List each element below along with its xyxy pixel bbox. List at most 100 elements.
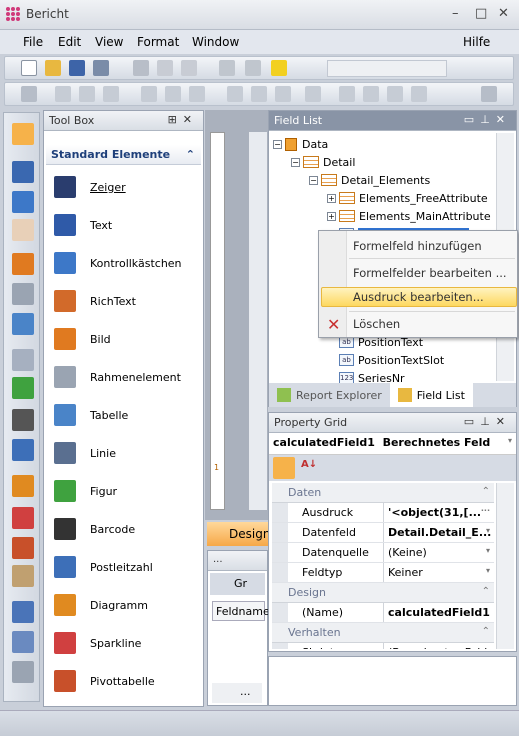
design-tab[interactable]: Design	[207, 522, 270, 546]
align-top-icon[interactable]	[141, 86, 157, 102]
table-tool-icon[interactable]	[12, 313, 34, 335]
menu-delete[interactable]: Löschen	[353, 317, 400, 331]
category-verhalten[interactable]: Verhalten ⌃	[272, 623, 494, 643]
open-icon[interactable]	[45, 60, 61, 76]
maximize-button[interactable]: □	[475, 6, 487, 21]
sort-az-icon[interactable]: A↓	[301, 459, 317, 470]
menu-add-formula-field[interactable]: Formelfeld hinzufügen	[353, 239, 482, 253]
property-button[interactable]: ▾	[486, 526, 490, 535]
panel-buttons[interactable]: ▭⊥✕	[464, 113, 511, 126]
object-selector[interactable]: calculatedField1 Berechnetes Feld ▾	[269, 433, 516, 455]
tree-node[interactable]: − Data	[273, 135, 491, 153]
align-center-icon[interactable]	[79, 86, 95, 102]
toolbox-group-header[interactable]: Standard Elemente ⌃	[46, 145, 201, 165]
font-combo[interactable]	[327, 60, 447, 77]
toolbox-item[interactable]: Bild	[54, 327, 111, 351]
pivot-tool-icon[interactable]	[12, 537, 34, 559]
sparkline-tool-icon[interactable]	[12, 507, 34, 529]
menu-format[interactable]: Format	[137, 35, 179, 49]
paste-icon[interactable]	[181, 60, 197, 76]
frame-tool-icon[interactable]	[12, 283, 34, 305]
property-row[interactable]: Ausdruck '<object(31,[... ···	[272, 503, 494, 523]
align-middle-icon[interactable]	[165, 86, 181, 102]
toolbox-item[interactable]: Rahmenelement	[54, 365, 181, 389]
expand-toggle[interactable]: +	[327, 193, 336, 203]
align-grid-icon[interactable]	[21, 86, 37, 102]
line-tool-icon[interactable]	[12, 349, 34, 371]
menu-window[interactable]: Window	[192, 35, 239, 49]
toolbox-item[interactable]: Kontrollkästchen	[54, 251, 182, 275]
send-back-icon[interactable]	[411, 86, 427, 102]
subreport-tool-icon[interactable]	[12, 601, 34, 623]
close-button[interactable]: ✕	[498, 6, 509, 21]
property-button[interactable]: ▾	[486, 546, 490, 555]
picture-tool-icon[interactable]	[12, 253, 34, 275]
toolbox-item[interactable]: Pivottabelle	[54, 669, 155, 693]
toolbox-item[interactable]: Text	[54, 213, 112, 237]
align-right-icon[interactable]	[103, 86, 119, 102]
property-row[interactable]: Skripte (Berechnetes Feld	[272, 643, 494, 649]
h-spacing-icon[interactable]	[339, 86, 355, 102]
tab-field-list[interactable]: Field List	[389, 383, 473, 407]
align-left-icon[interactable]	[55, 86, 71, 102]
property-value[interactable]: (Keine)	[388, 546, 427, 559]
category-daten[interactable]: Daten ⌃	[272, 483, 494, 503]
new-icon[interactable]	[21, 60, 37, 76]
same-height-icon[interactable]	[251, 86, 267, 102]
toolbox-item[interactable]: Postleitzahl	[54, 555, 153, 579]
same-size-icon[interactable]	[275, 86, 291, 102]
menu-edit-expression[interactable]: Ausdruck bearbeiten...	[353, 290, 484, 304]
v-spacing-icon[interactable]	[363, 86, 379, 102]
same-width-icon[interactable]	[227, 86, 243, 102]
property-value[interactable]: Detail.Detail_E...	[388, 526, 491, 539]
toolbox-item[interactable]: RichText	[54, 289, 136, 313]
zoom-icon[interactable]	[481, 86, 497, 102]
toolbox-item[interactable]: Linie	[54, 441, 116, 465]
menu-file[interactable]: File	[23, 35, 43, 49]
categorized-icon[interactable]	[273, 457, 295, 479]
shape-tool-icon[interactable]	[12, 377, 34, 399]
copy-icon[interactable]	[157, 60, 173, 76]
property-row[interactable]: Datenquelle (Keine) ▾	[272, 543, 494, 563]
minimize-button[interactable]: –	[452, 6, 459, 21]
clipboard-tool-icon[interactable]	[12, 565, 34, 587]
tree-node[interactable]: − Detail_Elements	[273, 171, 491, 189]
toolbox-item[interactable]: Barcode	[54, 517, 135, 541]
toolbox-item[interactable]: Figur	[54, 479, 117, 503]
pointer-tool-icon[interactable]	[12, 123, 34, 145]
wizard-icon[interactable]	[271, 60, 287, 76]
expand-toggle[interactable]: −	[291, 157, 300, 167]
expand-toggle[interactable]: −	[309, 175, 318, 185]
richtext-tool-icon[interactable]	[12, 219, 34, 241]
toolbox-item[interactable]: Zeiger	[54, 175, 126, 199]
tree-node[interactable]: + Elements_FreeAttribute	[273, 189, 491, 207]
redo-icon[interactable]	[245, 60, 261, 76]
tree-node[interactable]: − Detail	[273, 153, 491, 171]
group-tab[interactable]: Gr	[210, 573, 265, 595]
chart-tool-icon[interactable]	[12, 475, 34, 497]
property-button[interactable]: ···	[481, 506, 490, 515]
bottom-tab[interactable]: ...	[212, 683, 262, 703]
text-tool-icon[interactable]	[12, 161, 34, 183]
menu-edit-formula-fields[interactable]: Formelfelder bearbeiten ...	[353, 266, 507, 280]
zipcode-tool-icon[interactable]	[12, 439, 34, 461]
checkbox-tool-icon[interactable]	[12, 191, 34, 213]
category-design[interactable]: Design ⌃	[272, 583, 494, 603]
cut-icon[interactable]	[133, 60, 149, 76]
menu-help[interactable]: Hilfe	[463, 35, 490, 49]
barcode-tool-icon[interactable]	[12, 409, 34, 431]
toolbox-item[interactable]: Diagramm	[54, 593, 148, 617]
tree-node[interactable]: ab PositionTextSlot	[273, 351, 444, 369]
menu-edit[interactable]: Edit	[58, 35, 81, 49]
property-value[interactable]: '<object(31,[...	[388, 506, 481, 519]
toolbox-item[interactable]: Tabelle	[54, 403, 128, 427]
expand-toggle[interactable]: −	[273, 139, 282, 149]
property-button[interactable]: ▾	[486, 566, 490, 575]
property-row[interactable]: Datenfeld Detail.Detail_E... ▾	[272, 523, 494, 543]
toolbox-item[interactable]: Sparkline	[54, 631, 141, 655]
property-value[interactable]: Keiner	[388, 566, 423, 579]
column-header[interactable]: Feldname	[212, 601, 270, 621]
info-tool-icon[interactable]	[12, 631, 34, 653]
panel-buttons[interactable]: ⊞✕	[168, 113, 198, 126]
property-value[interactable]: calculatedField1	[388, 606, 490, 619]
